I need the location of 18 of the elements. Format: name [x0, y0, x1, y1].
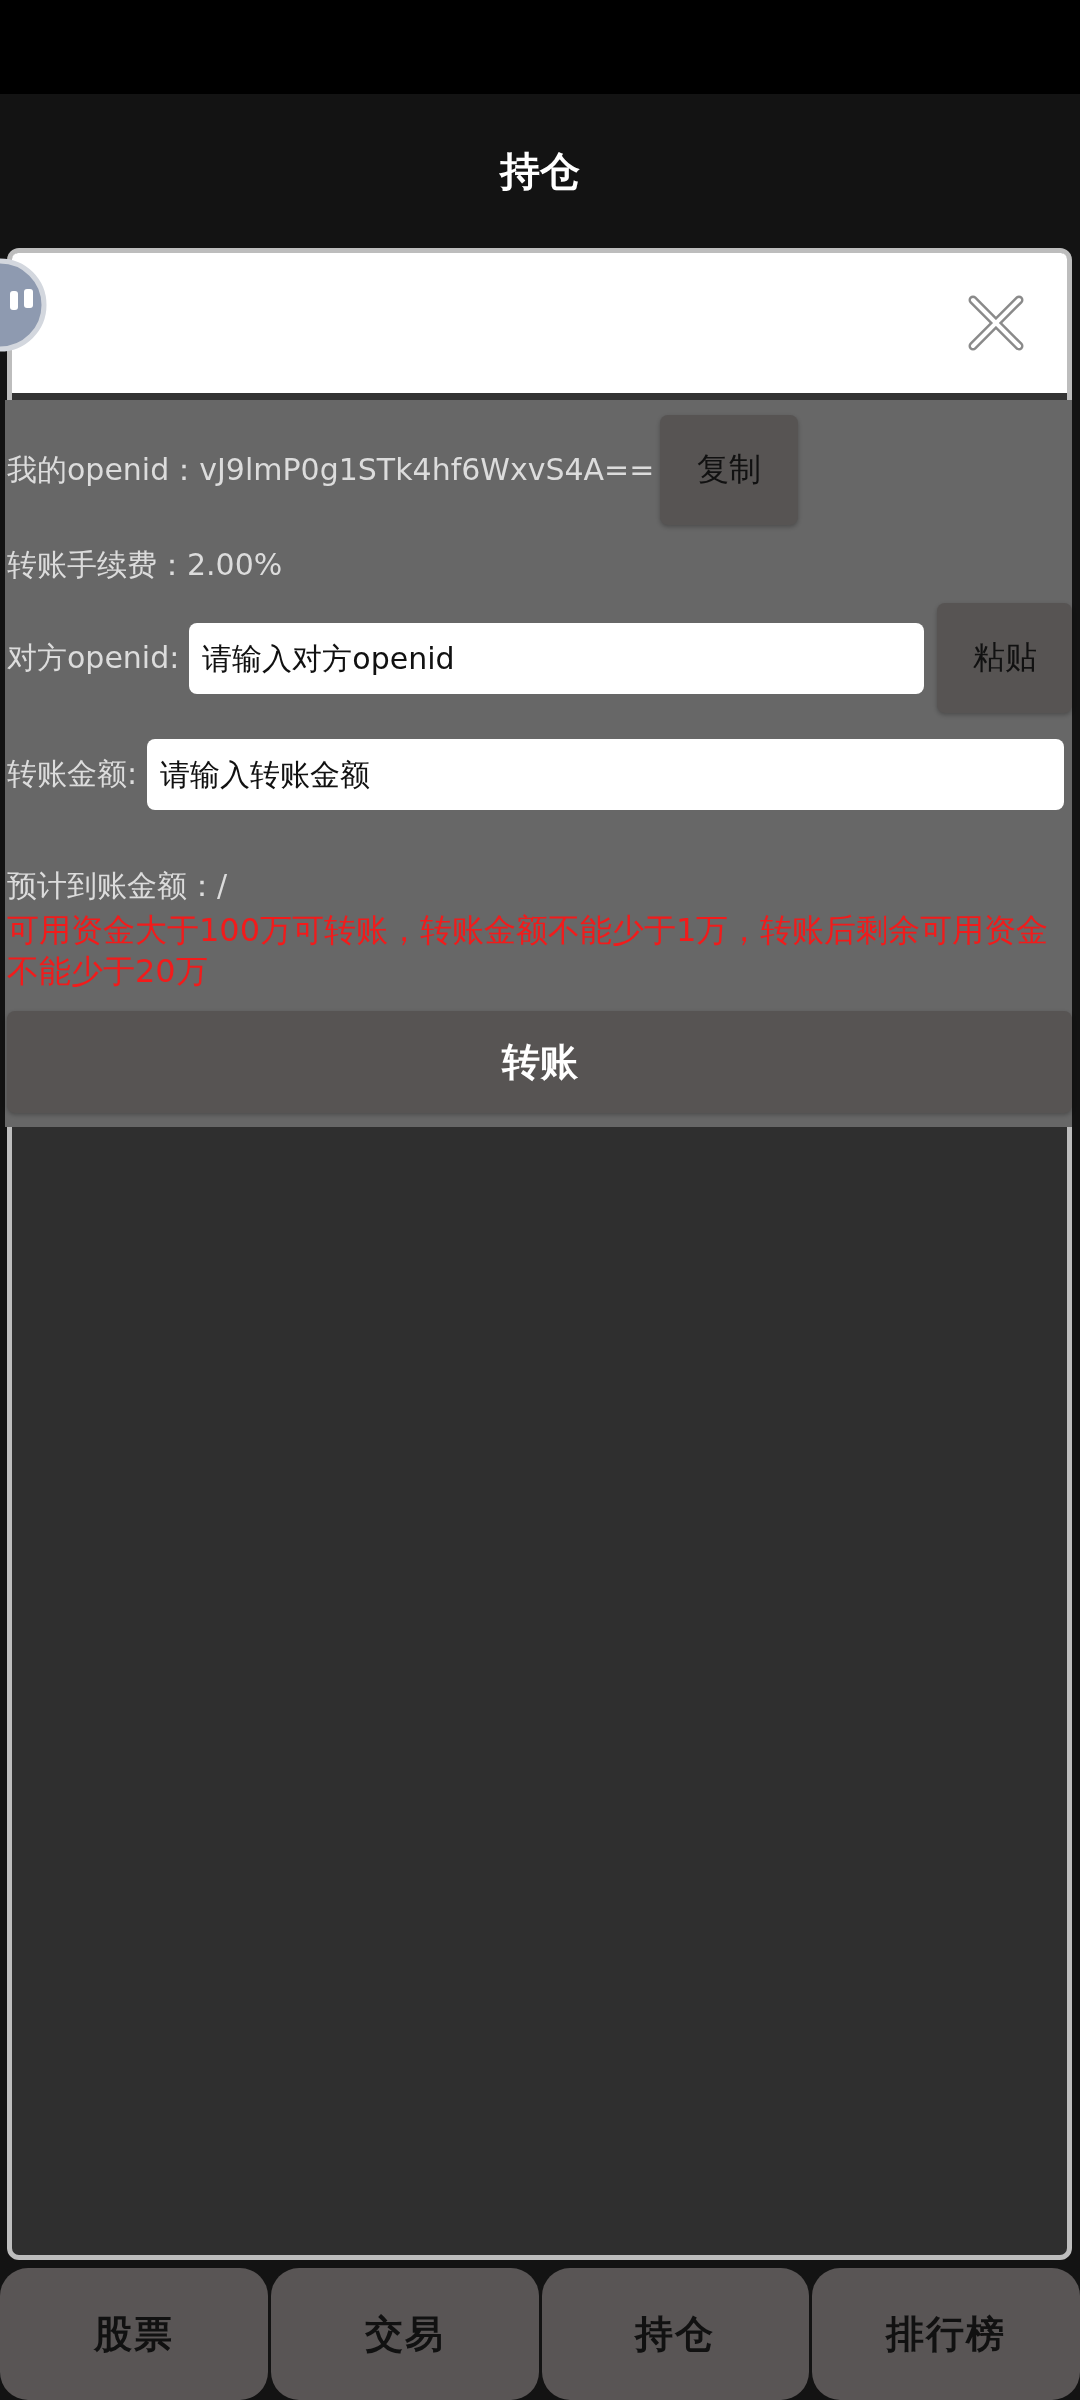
floating-bubble-icon[interactable] — [0, 258, 47, 352]
paste-button[interactable]: 粘贴 — [937, 603, 1072, 713]
nav-tab[interactable]: 股票 — [0, 2268, 268, 2400]
copy-button[interactable]: 复制 — [660, 415, 799, 525]
input-field[interactable]: 请输入对方openid — [189, 622, 924, 694]
nav-tab[interactable]: 持仓 — [541, 2268, 810, 2400]
nav-tab[interactable]: 交易 — [270, 2268, 539, 2400]
input-field[interactable]: 请输入转账金额 — [147, 738, 1064, 810]
field-label: 对方openid: — [7, 639, 180, 677]
notice-text: 可用资金大于100万可转账，转账金额不能少于1万，转账后剩余可用资金不能少于20万 — [7, 910, 1050, 992]
nav-tab[interactable]: 排行榜 — [812, 2268, 1080, 2400]
estimate-text: 预计到账金额：/ — [7, 867, 229, 905]
fee-text: 转账手续费：2.00% — [7, 546, 284, 584]
transfer-button[interactable]: 转账 — [7, 1011, 1072, 1113]
field-label: 转账金额: — [7, 755, 138, 793]
page-title: 持仓 — [500, 147, 580, 195]
close-icon[interactable] — [968, 295, 1024, 351]
my-openid-text: 我的openid：vJ9lmP0g1STk4hf6WxvS4A== — [7, 451, 655, 489]
